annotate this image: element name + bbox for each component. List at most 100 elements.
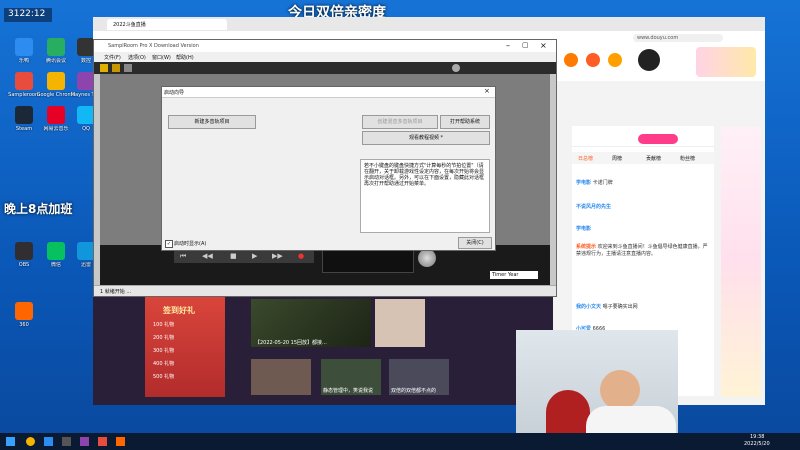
play-icon[interactable]: ▶ — [252, 252, 257, 260]
new-file-icon[interactable] — [100, 64, 108, 72]
stream-thumbnail[interactable]: 静态管理中，笑说我说 — [321, 359, 381, 395]
chat-tab-2[interactable]: 贡献榜 — [646, 155, 661, 162]
live-icon[interactable] — [608, 53, 622, 67]
chat-message: 不说风月的先生 — [576, 204, 611, 211]
stream-thumbnail[interactable]: 【2022-05-20 15回放】都接... — [251, 299, 371, 347]
sampleroom-taskbar-icon[interactable] — [98, 437, 107, 446]
chat-user[interactable]: 我的小文天 — [576, 304, 601, 310]
streamer-body — [586, 406, 676, 433]
create-session-button[interactable]: 创建混音多音轨项目 — [362, 115, 438, 129]
chat-tab-1[interactable]: 周榜 — [612, 155, 622, 162]
chat-text: 卡诺门牌 — [592, 180, 613, 186]
app-taskbar-icon[interactable] — [116, 437, 125, 446]
open-help-button[interactable]: 打开帮助系统 — [440, 115, 490, 129]
streamer-face — [600, 370, 640, 410]
chat-user[interactable]: 学电影 — [576, 226, 591, 232]
app-icon — [15, 242, 33, 260]
status-text: 1 就绪开始 ... — [100, 289, 132, 295]
download-icon[interactable] — [586, 53, 600, 67]
record-icon[interactable]: ● — [298, 252, 304, 260]
history-icon[interactable] — [564, 53, 578, 67]
close-icon[interactable]: × — [540, 41, 547, 50]
promo-item: 500 礼物 — [153, 374, 175, 380]
thumb-caption: 静态管理中，笑说我说 — [323, 388, 374, 394]
browser-tab[interactable]: 2022斗鱼直播 — [107, 19, 227, 30]
evening-banner: 晚上8点加班 — [4, 202, 73, 216]
promo-item: 400 礼物 — [153, 361, 175, 367]
open-folder-icon[interactable] — [112, 64, 120, 72]
address-bar[interactable]: www.douyu.com — [633, 34, 723, 42]
app-icon — [47, 242, 65, 260]
transport-controls: ⏮ ◀◀ ■ ▶ ▶▶ ● — [174, 251, 314, 263]
avatar[interactable] — [638, 49, 660, 71]
new-project-button[interactable]: 新建多音轨项目 — [168, 115, 256, 129]
dialog-close-icon[interactable]: × — [484, 87, 490, 95]
save-icon[interactable] — [124, 64, 132, 72]
close-button[interactable]: 关闭(C) — [458, 237, 492, 249]
back-icon[interactable]: ◀◀ — [202, 252, 213, 260]
desktop-icon[interactable]: 360 — [4, 300, 44, 338]
promo-item: 300 礼物 — [153, 348, 175, 354]
chat-header — [572, 132, 714, 147]
mode-select[interactable]: Timer Year — [490, 271, 538, 279]
toolbar — [94, 62, 556, 74]
stream-area: 签到好礼 100 礼物 200 礼物 300 礼物 400 礼物 500 礼物 … — [93, 295, 553, 405]
chat-tab-0[interactable]: 日总榜 — [578, 155, 593, 162]
taskbar: 19:38 2022/5/20 — [0, 433, 800, 450]
menu-help[interactable]: 帮助(H) — [176, 54, 194, 61]
status-bar: 1 就绪开始 ... — [94, 285, 556, 296]
promo-item: 100 礼物 — [153, 322, 175, 328]
app-icon — [47, 106, 65, 124]
clock-widget-text: 3122:12 — [8, 9, 46, 19]
clock-date[interactable]: 2022/5/20 — [744, 441, 770, 447]
chat-tab-3[interactable]: 粉丝榜 — [680, 155, 695, 162]
volume-knob[interactable] — [418, 249, 436, 267]
chat-message: 学电影 卡诺门牌 — [576, 180, 613, 187]
clock-time[interactable]: 19:38 — [750, 434, 764, 440]
menu-file[interactable]: 文件(F) — [104, 54, 121, 61]
menu-options[interactable]: 选项(O) — [128, 54, 146, 61]
promo-card[interactable]: 签到好礼 100 礼物 200 礼物 300 礼物 400 礼物 500 礼物 — [145, 297, 225, 397]
description-box: 若不小键盘的键盘快捷方式"计算每秒的节拍位置"（请在翻开，关于卸载游戏性设定内容… — [360, 159, 490, 233]
app-icon — [47, 72, 65, 90]
explorer-taskbar-icon[interactable] — [44, 437, 53, 446]
promo-banner[interactable] — [696, 47, 756, 77]
stop-icon[interactable]: ■ — [230, 252, 237, 260]
rewind-icon[interactable]: ⏮ — [180, 252, 186, 261]
chat-user[interactable]: 不说风月的先生 — [576, 204, 611, 210]
chat-tabs: 日总榜 周榜 贡献榜 粉丝榜 — [572, 152, 714, 164]
chat-user: 系统提示 — [576, 244, 597, 250]
thumb-caption: 双倍的双倍都不点的 — [391, 388, 437, 394]
forward-icon[interactable]: ▶▶ — [272, 252, 283, 260]
mascot-figure — [546, 390, 590, 433]
address-text: www.douyu.com — [637, 35, 679, 41]
checkbox-label: 启动时显示(A) — [174, 241, 207, 247]
menu-window[interactable]: 窗口(W) — [152, 54, 171, 61]
settings-icon[interactable] — [452, 64, 460, 72]
menu-bar: 文件(F) 选项(O) 窗口(W) 帮助(H) — [94, 52, 556, 62]
chat-message: 我的小文天 嗯子要确实出网 — [576, 304, 638, 311]
tab-label: 2022斗鱼直播 — [113, 22, 146, 28]
chrome-taskbar-icon[interactable] — [26, 437, 35, 446]
chat-text: 欢迎来到斗鱼直播间！斗鱼倡导绿色健康直播，严禁违规行为，主播请注意直播内容。 — [576, 244, 708, 257]
pc-app-badge[interactable] — [638, 134, 678, 144]
chat-user[interactable]: 学电影 — [576, 180, 591, 186]
side-ad-strip[interactable] — [721, 127, 761, 397]
chat-message-system: 系统提示 欢迎来到斗鱼直播间！斗鱼倡导绿色健康直播，严禁违规行为，主播请注意直播… — [576, 244, 708, 258]
show-on-start-checkbox[interactable]: ✓ — [165, 240, 173, 248]
maximize-icon[interactable]: ▢ — [522, 41, 529, 49]
stream-thumbnail[interactable] — [251, 359, 311, 395]
app-icon — [47, 38, 65, 56]
minimize-icon[interactable]: – — [506, 41, 510, 50]
stream-thumbnail[interactable]: 双倍的双倍都不点的 — [389, 359, 449, 395]
dialog-titlebar: 启动向导 × — [162, 87, 495, 98]
stream-thumbnail[interactable] — [375, 299, 425, 347]
app-taskbar-icon[interactable] — [80, 437, 89, 446]
startup-dialog: 启动向导 × 新建多音轨项目 创建混音多音轨项目 打开帮助系统 观看教程视频 *… — [161, 86, 496, 251]
transport-bar: ⏮ ◀◀ ■ ▶ ▶▶ ● Timer Year — [100, 245, 550, 285]
start-icon[interactable] — [6, 437, 15, 446]
mode-select-value: Timer Year — [492, 272, 519, 278]
thumb-caption: 【2022-05-20 15回放】都接... — [255, 340, 327, 346]
tutorial-button[interactable]: 观看教程视频 * — [362, 131, 490, 145]
app-taskbar-icon[interactable] — [62, 437, 71, 446]
